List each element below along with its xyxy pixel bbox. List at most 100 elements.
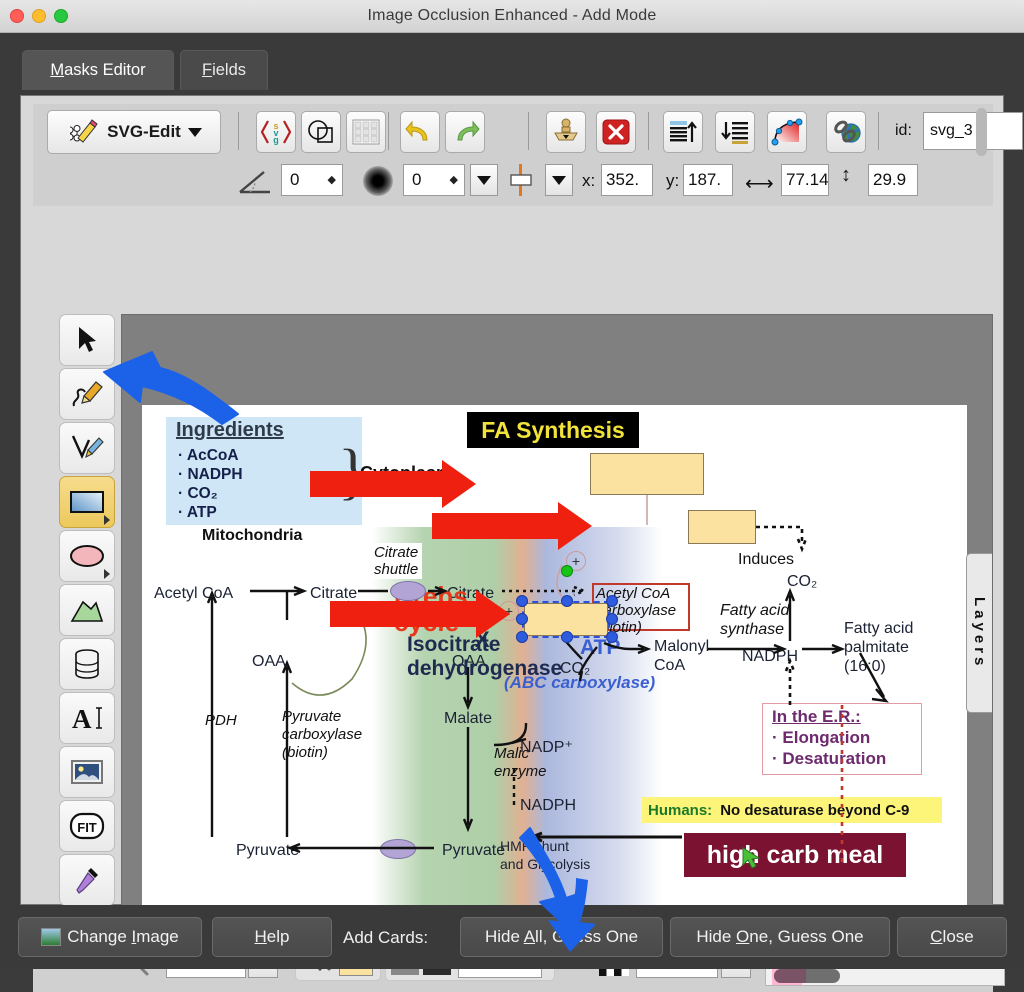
zoom-window-button[interactable] — [54, 9, 68, 23]
move-to-top-button[interactable] — [663, 111, 703, 153]
tab-masks-editor[interactable]: MMasks Editorasks Editor — [22, 50, 174, 90]
move-to-bottom-button[interactable] — [715, 111, 755, 153]
layers-panel-tab[interactable]: Layers — [966, 553, 992, 713]
red-annotation-arrow — [330, 601, 480, 627]
redo-button[interactable] — [445, 111, 485, 153]
clone-button[interactable] — [546, 111, 586, 153]
rectangle-tool[interactable] — [59, 476, 115, 528]
resize-handle-e[interactable] — [606, 613, 618, 625]
undo-button[interactable] — [400, 111, 440, 153]
cylinder-tool[interactable] — [59, 638, 115, 690]
fa-synthesis-title: FA Synthesis — [467, 412, 639, 448]
help-button[interactable]: Help — [212, 917, 332, 957]
pen-path-icon — [71, 435, 104, 459]
path-tool[interactable] — [59, 422, 115, 474]
resize-handle-s[interactable] — [561, 631, 573, 643]
er-item: · Elongation — [772, 728, 871, 747]
co2-right-label: CO₂ — [787, 573, 818, 590]
resize-handle-sw[interactable] — [516, 631, 528, 643]
resize-handle-nw[interactable] — [516, 595, 528, 607]
occlusion-mask[interactable] — [688, 510, 756, 544]
align-center-icon — [510, 164, 532, 196]
resize-handle-se[interactable] — [606, 631, 618, 643]
grid-button[interactable] — [346, 111, 386, 153]
svg-canvas-area[interactable]: Ingredients · AcCoA · NADPH · CO₂ · ATP … — [121, 314, 993, 929]
fatty-acid-synthase-label: Fatty acid synthase — [720, 602, 790, 638]
occlusion-mask[interactable] — [590, 453, 704, 495]
svg-source-button[interactable]: s v g — [256, 111, 296, 153]
ingredient-item: · AcCoA — [178, 447, 239, 464]
window-title: Image Occlusion Enhanced - Add Mode — [367, 7, 657, 24]
fit-icon: FIT — [69, 812, 105, 840]
svg-text:g: g — [273, 135, 279, 145]
tab-strip: MMasks Editorasks Editor Fields — [0, 33, 1024, 95]
tab-fields[interactable]: Fields — [180, 50, 268, 90]
element-id-input[interactable]: svg_3 — [923, 112, 1023, 150]
change-image-button[interactable]: Change Image — [18, 917, 202, 957]
pencil-icon — [72, 381, 103, 407]
shapes-button[interactable] — [301, 111, 341, 153]
polygon-icon — [70, 600, 104, 622]
layers-panel-label: Layers — [971, 596, 988, 670]
rotation-angle-input[interactable]: 0 ◆ — [281, 164, 343, 196]
y-position-input[interactable]: 187. — [683, 164, 733, 196]
red-annotation-arrowhead — [476, 590, 510, 638]
image-tool[interactable] — [59, 746, 115, 798]
resize-handle-n[interactable] — [561, 595, 573, 607]
x-position-input[interactable]: 352. — [601, 164, 653, 196]
pencil-tool[interactable] — [59, 368, 115, 420]
toolbar-scrollbar[interactable] — [976, 108, 987, 156]
tool-submenu-flag-icon[interactable] — [104, 515, 110, 525]
svg-code-icon: s v g — [261, 120, 291, 145]
resize-handle-w[interactable] — [516, 613, 528, 625]
bezier-gradient-icon — [771, 118, 803, 146]
delete-button[interactable] — [596, 111, 636, 153]
hide-all-guess-one-button[interactable]: Hide All, Guess One — [460, 917, 663, 957]
occlusion-image[interactable]: Ingredients · AcCoA · NADPH · CO₂ · ATP … — [142, 405, 967, 915]
minimize-window-button[interactable] — [32, 9, 46, 23]
tool-submenu-flag-icon[interactable] — [104, 569, 110, 579]
eyedropper-tool[interactable] — [59, 854, 115, 906]
resize-handle-ne[interactable] — [606, 595, 618, 607]
pdh-label: PDH — [205, 712, 237, 729]
close-window-button[interactable] — [10, 9, 24, 23]
link-button[interactable] — [826, 111, 866, 153]
add-cards-label: Add Cards: — [343, 928, 429, 947]
gradient-button[interactable] — [767, 111, 807, 153]
svg-edit-menu-button[interactable]: SVG-Edit — [47, 110, 221, 154]
svg-edit-logo-icon — [70, 119, 98, 143]
ellipse-tool[interactable] — [59, 530, 115, 582]
text-tool[interactable]: A — [59, 692, 115, 744]
clone-stamp-icon — [554, 118, 578, 141]
svg-edit-main-toolbar: SVG-Edit s v g id: svg_3 — [33, 104, 1023, 160]
fit-tool[interactable]: FIT — [59, 800, 115, 852]
abc-carboxylase-label: (ABC carboxylase) — [504, 673, 656, 692]
blur-input[interactable]: 0 ◆ — [403, 164, 465, 196]
red-x-icon — [602, 119, 630, 145]
red-annotation-arrowhead — [442, 460, 476, 508]
grid-icon — [352, 119, 380, 145]
malate-label: Malate — [444, 710, 493, 727]
red-annotation-arrow — [432, 513, 562, 539]
svg-text:FIT: FIT — [77, 820, 97, 835]
chevron-down-icon — [477, 175, 491, 185]
align-dropdown-button[interactable] — [545, 164, 573, 196]
vesicle-icon — [380, 839, 416, 859]
height-input[interactable]: 29.9 — [868, 164, 918, 196]
rotation-handle[interactable] — [561, 565, 573, 577]
stepper-arrows-icon[interactable]: ◆ — [328, 175, 336, 186]
stepper-arrows-icon[interactable]: ◆ — [450, 175, 458, 186]
induces-label: Induces — [738, 551, 795, 568]
close-button[interactable]: Close — [897, 917, 1007, 957]
ingredients-title: Ingredients — [176, 419, 284, 441]
width-input[interactable]: 77.14 — [781, 164, 829, 196]
polygon-tool[interactable] — [59, 584, 115, 636]
palette-opacity-slider-fill — [774, 969, 806, 983]
blur-dropdown-button[interactable] — [470, 164, 498, 196]
nadph-bottom-label: NADPH — [520, 797, 577, 814]
pyruvate-right-label: Pyruvate — [442, 842, 506, 859]
malonyl-coa-label: Malonyl CoA — [654, 638, 710, 674]
hide-one-guess-one-button[interactable]: Hide One, Guess One — [670, 917, 890, 957]
select-tool[interactable] — [59, 314, 115, 366]
ingredient-item: · NADPH — [178, 466, 243, 483]
